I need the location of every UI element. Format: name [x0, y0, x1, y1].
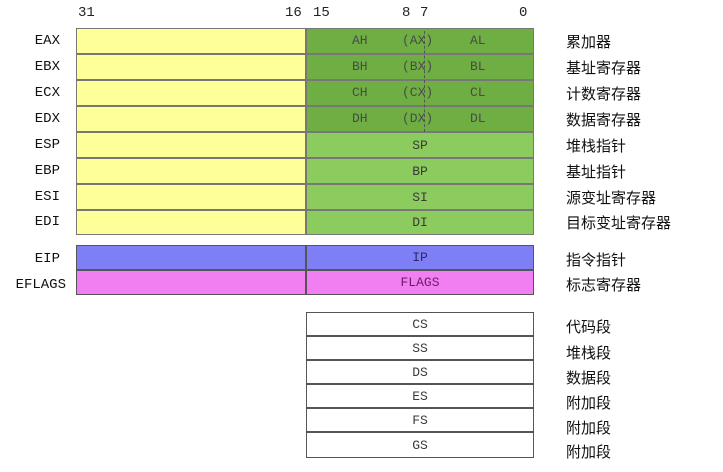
register-dh: DH — [352, 111, 368, 126]
register-label-ebx: EBX — [34, 59, 60, 75]
register-ss: SS — [306, 336, 534, 360]
ebx-high-half — [76, 54, 306, 80]
byte-divider — [424, 31, 425, 132]
register-es: ES — [306, 384, 534, 408]
desc-es: 附加段 — [566, 394, 612, 412]
desc-esp: 堆栈指针 — [566, 137, 627, 155]
edi-high-half — [76, 210, 306, 235]
desc-ebx: 基址寄存器 — [566, 59, 642, 77]
desc-eflags: 标志寄存器 — [566, 276, 642, 294]
ebp-high-half — [76, 158, 306, 184]
register-label-esp: ESP — [34, 137, 60, 153]
register-label-ebp: EBP — [34, 163, 60, 179]
desc-edx: 数据寄存器 — [566, 111, 642, 129]
register-label-ecx: ECX — [34, 85, 60, 101]
register-label-edx: EDX — [34, 111, 60, 127]
desc-esi: 源变址寄存器 — [566, 189, 657, 207]
desc-edi: 目标变址寄存器 — [566, 214, 672, 232]
bit-0-label: 0 — [519, 5, 528, 21]
register-ds: DS — [306, 360, 534, 384]
bit-15-label: 15 — [313, 5, 330, 21]
register-label-edi: EDI — [34, 214, 60, 230]
register-dl: DL — [470, 111, 486, 126]
register-bl: BL — [470, 59, 486, 74]
register-cl: CL — [470, 85, 486, 100]
desc-fs: 附加段 — [566, 419, 612, 437]
register-label-eax: EAX — [34, 33, 60, 49]
register-si: SI — [306, 184, 534, 210]
esi-high-half — [76, 184, 306, 210]
eip-high-half — [76, 245, 306, 270]
bit-8-label: 8 — [402, 5, 411, 21]
desc-ds: 数据段 — [566, 369, 612, 387]
register-label-eflags: EFLAGS — [15, 277, 66, 293]
desc-ebp: 基址指针 — [566, 163, 627, 181]
register-ch: CH — [352, 85, 368, 100]
register-ip: IP — [306, 245, 534, 270]
desc-ecx: 计数寄存器 — [566, 85, 642, 103]
register-label-eip: EIP — [34, 251, 60, 267]
bit-16-label: 16 — [285, 5, 302, 21]
register-cs: CS — [306, 312, 534, 336]
eax-high-half — [76, 28, 306, 54]
desc-ss: 堆栈段 — [566, 344, 612, 362]
register-bh: BH — [352, 59, 368, 74]
esp-high-half — [76, 132, 306, 158]
ecx-high-half — [76, 80, 306, 106]
register-al: AL — [470, 33, 486, 48]
register-flags: FLAGS — [306, 270, 534, 295]
edx-high-half — [76, 106, 306, 132]
register-bx: (BX) — [402, 59, 434, 74]
register-ax: (AX) — [402, 33, 434, 48]
desc-eip: 指令指针 — [566, 251, 627, 269]
register-dx: (DX) — [402, 111, 434, 126]
register-bp: BP — [306, 158, 534, 184]
bit-31-label: 31 — [78, 5, 95, 21]
register-gs: GS — [306, 432, 534, 458]
desc-gs: 附加段 — [566, 443, 612, 461]
register-label-esi: ESI — [34, 189, 60, 205]
desc-cs: 代码段 — [566, 318, 612, 336]
register-cx: (CX) — [402, 85, 434, 100]
register-di: DI — [306, 210, 534, 235]
register-sp: SP — [306, 132, 534, 158]
bit-7-label: 7 — [420, 5, 429, 21]
register-ah: AH — [352, 33, 368, 48]
eflags-high-half — [76, 270, 306, 295]
register-fs: FS — [306, 408, 534, 432]
desc-eax: 累加器 — [566, 33, 612, 51]
